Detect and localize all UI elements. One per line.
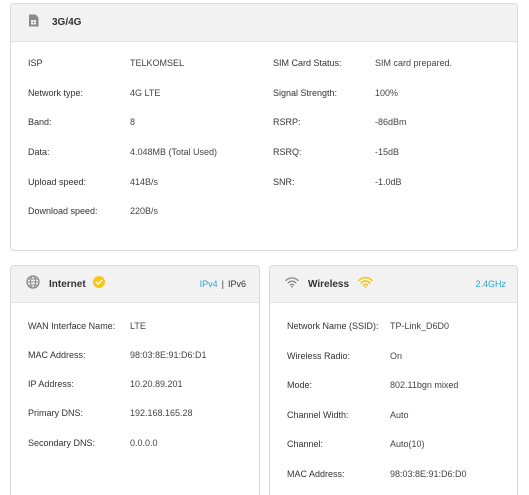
wireless-status-card: Wireless 2.4GHz Network Name (SSID): TP-… — [269, 265, 518, 495]
download-speed-label: Download speed: — [28, 206, 98, 216]
network-type-label: Network type: — [28, 88, 84, 98]
data-usage-label: Data: — [28, 147, 50, 157]
snr-value: -1.0dB — [375, 177, 402, 187]
sim-status-value: SIM card prepared. — [375, 58, 453, 68]
secondary-dns-label: Secondary DNS: — [28, 438, 96, 448]
wireless-card-header: Wireless 2.4GHz — [270, 266, 517, 303]
internet-mac-label: MAC Address: — [28, 350, 86, 360]
rsrp-value: -86dBm — [375, 117, 407, 127]
globe-icon — [26, 274, 40, 294]
secondary-dns-value: 0.0.0.0 — [130, 438, 158, 448]
ssid-value: TP-Link_D6D0 — [390, 321, 450, 331]
mobile-card-header: 3G/4G — [11, 4, 517, 42]
channel-width-label: Channel Width: — [287, 410, 349, 420]
ipv4-tab[interactable]: IPv4 — [200, 279, 218, 289]
wan-interface-label: WAN Interface Name: — [28, 321, 116, 331]
mobile-card-title: 3G/4G — [52, 17, 82, 28]
internet-card-header: Internet IPv4 | IPv6 — [11, 266, 259, 303]
snr-label: SNR: — [273, 177, 295, 187]
download-speed-value: 220B/s — [130, 206, 159, 216]
wifi-icon — [285, 275, 299, 293]
check-badge-icon — [92, 275, 105, 293]
mobile-status-card: 3G/4G ISP TELKOMSEL Network type: 4G LTE… — [10, 3, 518, 251]
ip-address-label: IP Address: — [28, 379, 74, 389]
channel-value: Auto(10) — [390, 439, 425, 449]
wireless-radio-label: Wireless Radio: — [287, 351, 351, 361]
ipv6-tab[interactable]: IPv6 — [228, 279, 246, 289]
isp-label: ISP — [28, 58, 43, 68]
sim-status-label: SIM Card Status: — [273, 58, 342, 68]
wireless-mac-value: 98:03:8E:91:D6:D0 — [390, 469, 467, 479]
primary-dns-value: 192.168.165.28 — [130, 408, 193, 418]
ssid-label: Network Name (SSID): — [287, 321, 379, 331]
mode-label: Mode: — [287, 380, 313, 390]
upload-speed-label: Upload speed: — [28, 177, 87, 187]
channel-width-value: Auto — [390, 410, 409, 420]
internet-card-title: Internet — [49, 278, 86, 290]
wireless-mac-label: MAC Address: — [287, 469, 345, 479]
wireless-band-link[interactable]: 2.4GHz — [475, 279, 506, 289]
band-value: 8 — [130, 117, 136, 127]
upload-speed-value: 414B/s — [130, 177, 159, 187]
internet-status-card: Internet IPv4 | IPv6 WAN Interface Name: L… — [10, 265, 260, 495]
ip-address-value: 10.20.89.201 — [130, 379, 183, 389]
rsrq-value: -15dB — [375, 147, 400, 157]
network-type-value: 4G LTE — [130, 88, 161, 98]
isp-value: TELKOMSEL — [130, 58, 185, 68]
wireless-card-title: Wireless — [308, 278, 350, 290]
signal-strength-label: Signal Strength: — [273, 88, 338, 98]
internet-mac-value: 98:03:8E:91:D6:D1 — [130, 350, 207, 360]
data-usage-value: 4.048MB (Total Used) — [130, 147, 218, 157]
ip-version-switch: IPv4 | IPv6 — [200, 279, 246, 289]
rsrq-label: RSRQ: — [273, 147, 302, 157]
sim-card-icon — [28, 14, 39, 32]
wireless-radio-value: On — [390, 351, 403, 361]
band-label: Band: — [28, 117, 52, 127]
mode-value: 802.11bgn mixed — [390, 380, 459, 390]
wan-interface-value: LTE — [130, 321, 146, 331]
rsrp-label: RSRP: — [273, 117, 301, 127]
channel-label: Channel: — [287, 439, 324, 449]
ip-tab-separator: | — [221, 279, 224, 289]
primary-dns-label: Primary DNS: — [28, 408, 84, 418]
wifi-active-icon — [358, 275, 373, 293]
signal-strength-value: 100% — [375, 88, 399, 98]
